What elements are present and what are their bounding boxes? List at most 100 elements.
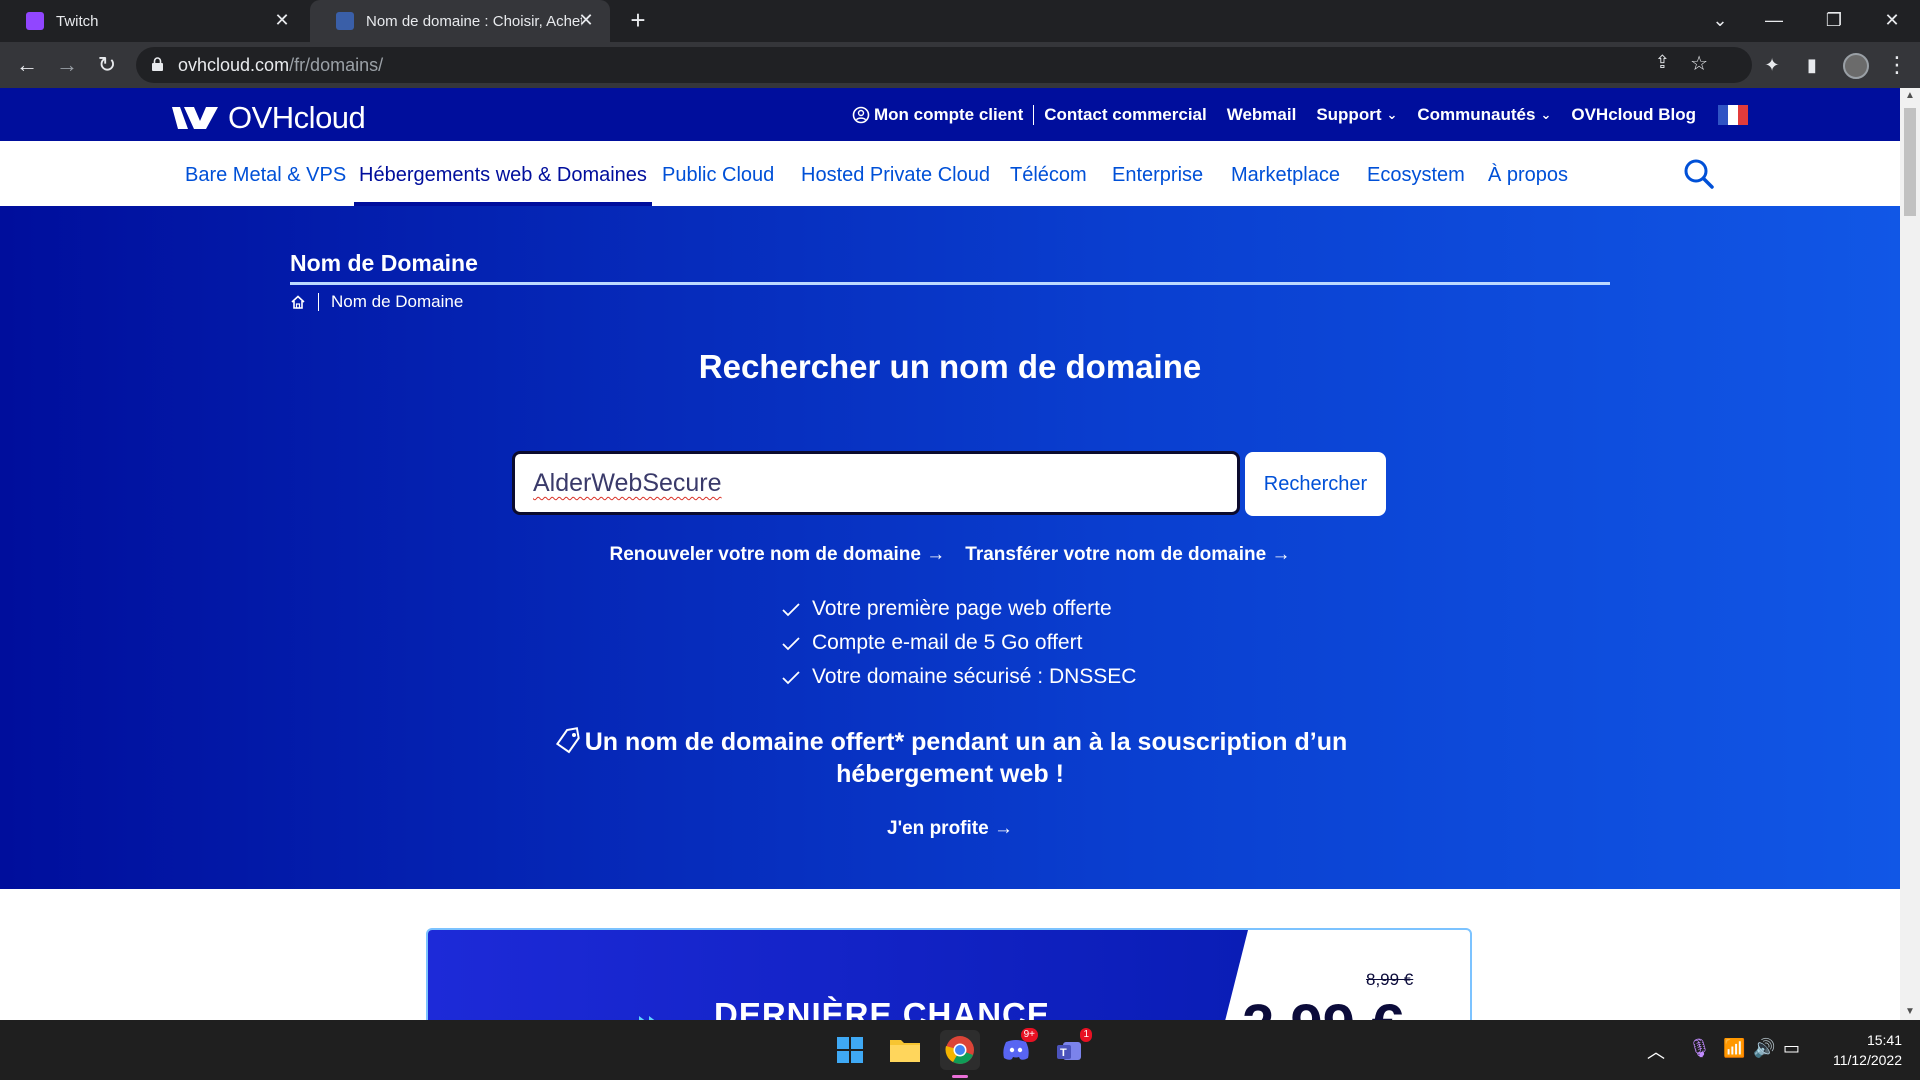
teams-badge: 1 (1080, 1028, 1092, 1042)
windows-taskbar: 9+ T 1 ︿ 🎙 📶 🔊 ▭ 15:41 11/12/2022 (0, 1020, 1920, 1080)
microphone-icon[interactable]: 🎙 (1688, 1038, 1711, 1059)
chevron-up-icon[interactable]: ︿ (1647, 1038, 1665, 1064)
scroll-up-arrow-icon[interactable]: ▲ (1900, 88, 1920, 104)
promo-line-1: Un nom de domaine offert* pendant un an … (584, 728, 1348, 756)
twitch-icon (26, 12, 44, 30)
promo-text: Un nom de domaine offert* pendant un an … (0, 726, 1900, 790)
ovhcloud-logo[interactable]: OVHcloud (170, 100, 366, 136)
chevron-down-icon: ⌄ (1540, 106, 1552, 122)
profile-avatar[interactable] (1843, 53, 1869, 79)
tab-search-icon[interactable]: ⌄ (1692, 0, 1748, 42)
menu-icon[interactable]: ⋮ (1882, 50, 1912, 80)
ovh-logo-icon (172, 107, 218, 129)
extensions-icon[interactable]: ✦ (1757, 50, 1787, 80)
promo-line-2: hébergement web ! (836, 760, 1064, 788)
communautes-label: Communautés (1417, 104, 1536, 124)
teams-icon[interactable]: T 1 (1050, 1028, 1092, 1070)
discord-badge: 9+ (1020, 1028, 1038, 1042)
forward-button[interactable]: → (52, 50, 82, 80)
divider (1033, 104, 1035, 125)
domain-actions: Renouveler votre nom de domaine → Transf… (0, 544, 1900, 566)
breadcrumb-divider (318, 293, 319, 311)
close-window-button[interactable]: ✕ (1864, 0, 1920, 42)
tab-close-icon[interactable]: ✕ (576, 10, 596, 30)
nav-hebergements[interactable]: Hébergements web & Domaines (354, 141, 652, 206)
tab-ovh-domains[interactable]: Nom de domaine : Choisir, Acheter ✕ (310, 0, 610, 42)
webmail-link[interactable]: Webmail (1227, 105, 1297, 125)
top-links: Mon compte client Contact commercial Web… (852, 88, 1749, 141)
wifi-icon[interactable]: 📶 (1723, 1038, 1745, 1059)
tag-icon (555, 727, 580, 754)
nav-enterprise[interactable]: Enterprise (1112, 141, 1203, 206)
user-circle-icon (852, 106, 870, 123)
communautes-menu[interactable]: Communautés ⌄ (1417, 105, 1551, 125)
nav-hosted-private-cloud[interactable]: Hosted Private Cloud (801, 141, 990, 206)
tab-close-icon[interactable]: ✕ (272, 10, 292, 30)
hero-section: Nom de Domaine Nom de Domaine Rechercher… (0, 206, 1900, 889)
benefit-text: Compte e-mail de 5 Go offert (812, 631, 1083, 654)
french-flag-icon[interactable] (1718, 104, 1749, 125)
new-tab-button[interactable]: + (624, 6, 652, 34)
benefit-text: Votre première page web offerte (812, 597, 1112, 620)
restore-button[interactable]: ❐ (1806, 0, 1862, 42)
nav-a-propos[interactable]: À propos (1488, 141, 1568, 206)
search-icon[interactable] (1683, 158, 1715, 190)
benefits-list: Votre première page web offerte Compte e… (780, 592, 1136, 694)
minimize-button[interactable]: — (1746, 0, 1802, 42)
chrome-icon[interactable] (940, 1030, 980, 1078)
tab-title: Twitch (56, 12, 99, 30)
nav-public-cloud[interactable]: Public Cloud (662, 141, 774, 206)
start-windows-icon[interactable] (830, 1030, 870, 1070)
check-icon (782, 637, 800, 651)
scroll-thumb[interactable] (1904, 108, 1916, 216)
volume-icon[interactable]: 🔊 (1753, 1038, 1775, 1059)
clock-time: 15:41 (1866, 1032, 1902, 1048)
screen: Twitch ✕ Nom de domaine : Choisir, Achet… (0, 0, 1920, 1080)
svg-text:T: T (1060, 1047, 1067, 1059)
promo-cta-link[interactable]: J'en profite → (0, 818, 1900, 840)
chevron-down-icon: ⌄ (1386, 106, 1398, 122)
renew-domain-link[interactable]: Renouveler votre nom de domaine → (610, 544, 946, 566)
nav-ecosystem[interactable]: Ecosystem (1367, 141, 1465, 206)
battery-icon[interactable]: ▭ (1783, 1038, 1800, 1059)
scroll-down-arrow-icon[interactable]: ▼ (1900, 1004, 1920, 1020)
check-icon (782, 671, 800, 685)
url-path: /fr/domains/ (289, 55, 384, 75)
url-host: ovhcloud.com (178, 55, 290, 75)
search-heading: Rechercher un nom de domaine (698, 348, 1202, 385)
account-link[interactable]: Mon compte client (852, 105, 1023, 125)
url-text: ovhcloud.com/fr/domains/ (178, 55, 383, 76)
bookmark-star-icon[interactable]: ☆ (1690, 51, 1708, 76)
account-link-label: Mon compte client (874, 104, 1024, 124)
tab-title: Nom de domaine : Choisir, Acheter (366, 12, 582, 30)
page-title: Nom de Domaine (290, 250, 478, 276)
transfer-domain-link[interactable]: Transférer votre nom de domaine → (965, 544, 1290, 566)
share-icon[interactable]: ⇪ (1655, 52, 1670, 73)
browser-toolbar: ← → ↻ ovhcloud.com/fr/domains/ ⇪ ☆ ✦ ▮ ⋮ (0, 42, 1920, 88)
discord-icon[interactable]: 9+ (996, 1028, 1038, 1070)
benefit-item: Votre domaine sécurisé : DNSSEC (780, 660, 1136, 694)
address-bar[interactable]: ovhcloud.com/fr/domains/ ⇪ ☆ (136, 47, 1752, 83)
domain-search-input[interactable]: AlderWebSecure (512, 451, 1240, 515)
active-app-indicator (952, 1075, 968, 1078)
tab-twitch[interactable]: Twitch ✕ (0, 0, 306, 42)
search-button[interactable]: Rechercher (1245, 452, 1386, 516)
side-panel-icon[interactable]: ▮ (1797, 50, 1827, 80)
support-menu[interactable]: Support ⌄ (1316, 105, 1397, 125)
old-price: 8,99 € (1366, 970, 1414, 989)
contact-link[interactable]: Contact commercial (1044, 105, 1207, 125)
nav-marketplace[interactable]: Marketplace (1231, 141, 1340, 206)
clock-date: 11/12/2022 (1832, 1052, 1902, 1068)
benefit-item: Compte e-mail de 5 Go offert (780, 626, 1136, 660)
support-label: Support (1316, 104, 1382, 124)
blog-link[interactable]: OVHcloud Blog (1571, 105, 1696, 125)
file-explorer-icon[interactable] (885, 1030, 925, 1070)
nav-bare-metal[interactable]: Bare Metal & VPS (185, 141, 346, 206)
home-icon[interactable] (290, 294, 306, 310)
page-scrollbar[interactable]: ▲ ▼ (1900, 88, 1920, 1020)
back-button[interactable]: ← (12, 50, 42, 80)
nav-telecom[interactable]: Télécom (1010, 141, 1087, 206)
reload-button[interactable]: ↻ (92, 50, 122, 80)
breadcrumb: Nom de Domaine (290, 292, 463, 312)
taskbar-clock[interactable]: 15:41 11/12/2022 (1822, 1030, 1902, 1070)
